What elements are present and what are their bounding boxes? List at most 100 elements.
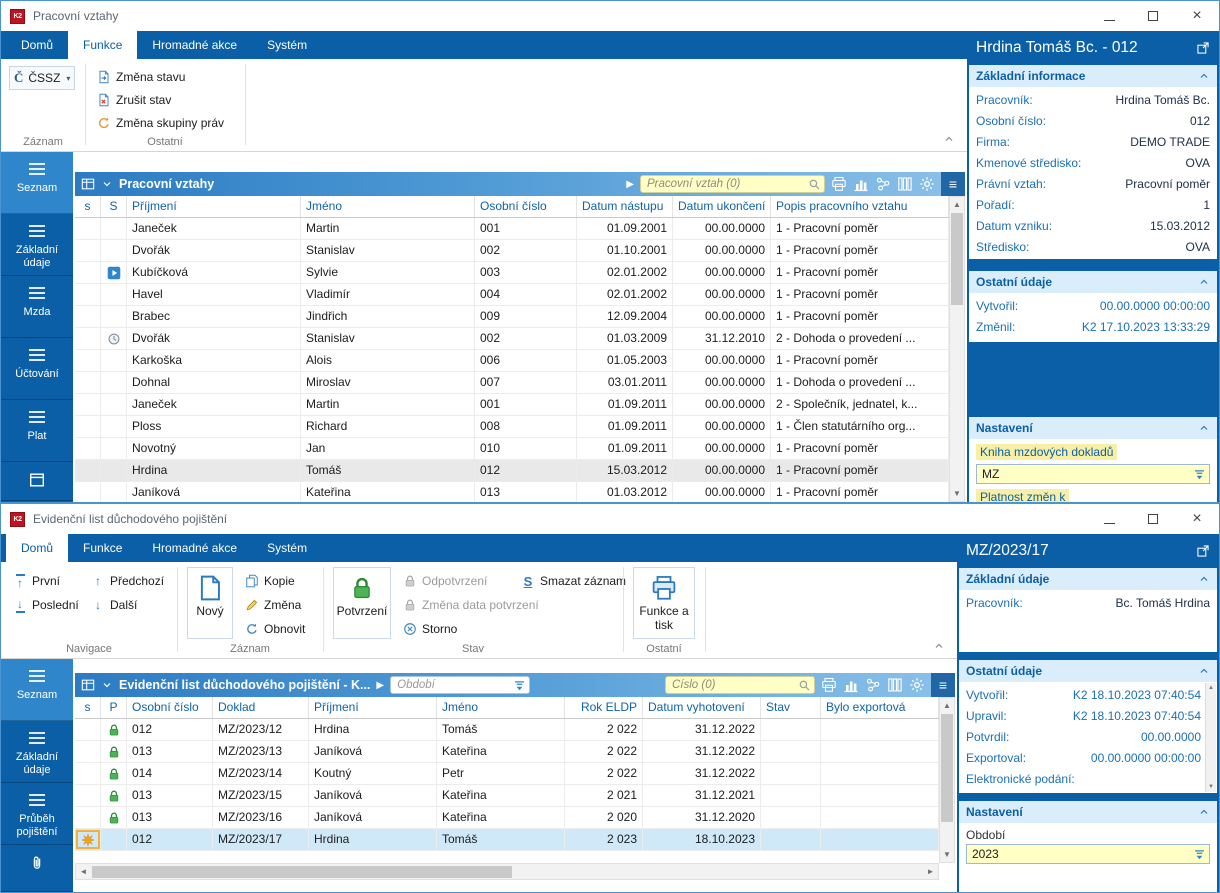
tab-funkce[interactable]: Funkce xyxy=(68,31,137,59)
column-header[interactable]: Stav xyxy=(761,697,821,718)
table-cell[interactable]: 2 022 xyxy=(565,719,643,740)
table-cell[interactable]: 00.00.0000 xyxy=(673,438,771,459)
table-cell[interactable]: Jan xyxy=(301,438,475,459)
table-cell[interactable] xyxy=(101,218,127,239)
table-cell[interactable]: Kateřina xyxy=(301,482,475,502)
table-cell[interactable]: Janíková xyxy=(309,741,437,762)
print-icon[interactable] xyxy=(831,176,847,192)
table-cell[interactable]: 013 xyxy=(127,807,213,828)
column-header[interactable]: Osobní číslo xyxy=(475,196,577,217)
table-cell[interactable]: Kateřina xyxy=(437,807,565,828)
table-row[interactable]: BrabecJindřich00912.09.200400.00.00001 -… xyxy=(75,306,949,328)
table-cell[interactable] xyxy=(101,262,127,283)
table-row[interactable]: HavelVladimír00402.01.200200.00.00001 - … xyxy=(75,284,949,306)
section-header[interactable]: Nastavení xyxy=(969,417,1217,439)
column-header[interactable]: Popis pracovního vztahu xyxy=(771,196,949,217)
tab-domu[interactable]: Domů xyxy=(6,31,68,59)
table-cell[interactable]: 1 - Pracovní poměr xyxy=(771,438,949,459)
column-header[interactable]: Rok ELDP xyxy=(565,697,643,718)
table-cell[interactable]: Miroslav xyxy=(301,372,475,393)
table-cell[interactable] xyxy=(75,350,101,371)
book-input[interactable] xyxy=(977,465,1209,483)
table-cell[interactable]: 002 xyxy=(475,240,577,261)
table-cell[interactable]: Kubíčková xyxy=(127,262,301,283)
table-cell[interactable]: Hrdina xyxy=(127,460,301,481)
table-cell[interactable]: Janíková xyxy=(309,807,437,828)
table-cell[interactable] xyxy=(75,807,101,828)
table-cell[interactable]: 014 xyxy=(127,763,213,784)
funkce-a-tisk-button[interactable]: Funkce a tisk xyxy=(633,567,695,639)
grid-view-icon[interactable] xyxy=(81,678,95,692)
table-cell[interactable]: Hrdina xyxy=(309,719,437,740)
sidebar-item-mzda[interactable]: Mzda xyxy=(1,276,73,338)
play-filter-icon[interactable]: ▶ xyxy=(376,680,384,691)
relations-icon[interactable] xyxy=(875,176,891,192)
table-cell[interactable]: 010 xyxy=(475,438,577,459)
table-row[interactable]: JanečekMartin00101.09.201100.00.00002 - … xyxy=(75,394,949,416)
table-cell[interactable]: 31.12.2020 xyxy=(643,807,761,828)
table-cell[interactable] xyxy=(101,763,127,784)
table-row[interactable]: DvořákStanislav00201.10.200100.00.00001 … xyxy=(75,240,949,262)
table-cell[interactable]: Dvořák xyxy=(127,328,301,349)
period-input[interactable] xyxy=(967,845,1209,863)
table-cell[interactable]: Janíková xyxy=(309,785,437,806)
search-input[interactable] xyxy=(641,176,824,192)
tab-system[interactable]: Systém xyxy=(252,31,322,59)
table-cell[interactable]: 2 022 xyxy=(565,763,643,784)
table-cell[interactable]: 012 xyxy=(475,460,577,481)
table-cell[interactable] xyxy=(761,785,821,806)
table-cell[interactable]: Novotný xyxy=(127,438,301,459)
sidebar-item-plat[interactable]: Plat xyxy=(1,400,73,462)
table-cell[interactable] xyxy=(821,719,939,740)
scroll-left-icon[interactable]: ◄ xyxy=(76,864,91,879)
table-cell[interactable]: 1 - Pracovní poměr xyxy=(771,218,949,239)
sidebar-item-seznam[interactable]: Seznam xyxy=(1,152,73,214)
sidebar-item-prubeh-pojisteni[interactable]: Průběh pojištění xyxy=(1,783,73,845)
section-header[interactable]: Ostatní údaje xyxy=(969,271,1217,293)
chevron-down-icon[interactable] xyxy=(101,178,113,190)
table-cell[interactable] xyxy=(75,306,101,327)
table-cell[interactable]: 01.09.2011 xyxy=(577,416,673,437)
table-cell[interactable] xyxy=(75,829,101,850)
table-cell[interactable]: 00.00.0000 xyxy=(673,306,771,327)
table-cell[interactable] xyxy=(101,306,127,327)
section-header[interactable]: Nastavení xyxy=(959,801,1217,823)
table-row[interactable]: 012MZ/2023/17HrdinaTomáš2 02318.10.2023 xyxy=(75,829,939,851)
table-cell[interactable] xyxy=(75,240,101,261)
table-cell[interactable]: Janeček xyxy=(127,218,301,239)
table-cell[interactable]: 01.09.2001 xyxy=(577,218,673,239)
table-cell[interactable]: 00.00.0000 xyxy=(673,460,771,481)
table-cell[interactable]: 013 xyxy=(127,741,213,762)
table-cell[interactable]: Dvořák xyxy=(127,240,301,261)
scroll-up-icon[interactable]: ▲ xyxy=(950,197,964,212)
table-cell[interactable]: Stanislav xyxy=(301,328,475,349)
table-cell[interactable]: 01.10.2001 xyxy=(577,240,673,261)
chevron-up-icon[interactable] xyxy=(1198,276,1210,288)
table-cell[interactable] xyxy=(101,394,127,415)
column-header[interactable]: Bylo exportová xyxy=(821,697,939,718)
table-cell[interactable]: 1 - Pracovní poměr xyxy=(771,350,949,371)
table-cell[interactable]: Martin xyxy=(301,394,475,415)
table-cell[interactable]: 31.12.2010 xyxy=(673,328,771,349)
table-cell[interactable]: 00.00.0000 xyxy=(673,394,771,415)
table-cell[interactable]: MZ/2023/15 xyxy=(213,785,309,806)
table-cell[interactable]: MZ/2023/12 xyxy=(213,719,309,740)
zrusit-stav-button[interactable]: Zrušit stav xyxy=(93,89,175,111)
table-cell[interactable] xyxy=(101,741,127,762)
table-cell[interactable]: MZ/2023/17 xyxy=(213,829,309,850)
table-cell[interactable]: 1 - Člen statutárního org... xyxy=(771,416,949,437)
table-row[interactable]: JaníkováKateřina01301.03.201200.00.00001… xyxy=(75,482,949,502)
column-header[interactable]: P xyxy=(101,697,127,718)
table-cell[interactable]: 1 - Pracovní poměr xyxy=(771,482,949,502)
tab-domu[interactable]: Domů xyxy=(6,534,68,562)
table-cell[interactable]: Stanislav xyxy=(301,240,475,261)
print-icon[interactable] xyxy=(821,677,837,693)
table-cell[interactable]: 00.00.0000 xyxy=(673,262,771,283)
ribbon-collapse-button[interactable] xyxy=(939,131,959,147)
novy-button[interactable]: Nový xyxy=(187,567,233,639)
horizontal-scrollbar[interactable]: ◄ ► xyxy=(75,863,939,880)
scroll-down-icon[interactable]: ▼ xyxy=(1208,784,1214,790)
table-row[interactable]: HrdinaTomáš01215.03.201200.00.00001 - Pr… xyxy=(75,460,949,482)
column-header[interactable]: Jméno xyxy=(437,697,565,718)
table-cell[interactable] xyxy=(761,719,821,740)
